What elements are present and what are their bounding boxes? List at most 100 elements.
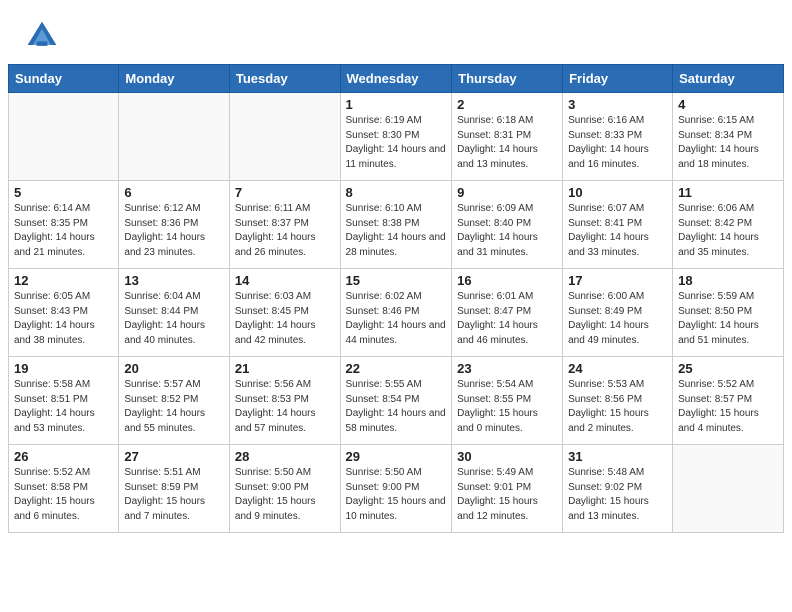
day-number: 27 <box>124 449 224 464</box>
calendar-day-cell: 5 Sunrise: 6:14 AMSunset: 8:35 PMDaylight… <box>9 181 119 269</box>
weekday-header: Monday <box>119 65 230 93</box>
weekday-header: Saturday <box>673 65 784 93</box>
day-number: 10 <box>568 185 667 200</box>
calendar-day-cell: 22Sunrise: 5:55 AMSunset: 8:54 PMDayligh… <box>340 357 452 445</box>
calendar-day-cell: 2 Sunrise: 6:18 AMSunset: 8:31 PMDaylight… <box>452 93 563 181</box>
calendar-day-cell: 3Sunrise: 6:16 AMSunset: 8:33 PMDaylight… <box>563 93 673 181</box>
day-number: 29 <box>346 449 447 464</box>
day-info: Sunrise: 6:11 AMSunset: 8:37 PMDaylight:… <box>235 202 335 260</box>
day-number: 30 <box>457 449 557 464</box>
day-info: Sunrise: 6:12 AMSunset: 8:36 PMDaylight:… <box>124 202 224 260</box>
calendar-day-cell <box>229 93 340 181</box>
calendar-week-row: 1Sunrise: 6:19 AMSunset: 8:30 PMDaylight… <box>9 93 784 181</box>
calendar-day-cell: 13 Sunrise: 6:04 AMSunset: 8:44 PMDayligh… <box>119 269 230 357</box>
day-info: Sunrise: 5:57 AMSunset: 8:52 PMDaylight:… <box>124 378 224 436</box>
day-info: Sunrise: 6:05 AMSunset: 8:43 PMDaylight:… <box>14 290 113 348</box>
day-number: 31 <box>568 449 667 464</box>
day-info: Sunrise: 5:50 AMSunset: 9:00 PMDaylight:… <box>235 466 335 524</box>
day-number: 14 <box>235 273 335 288</box>
page-header <box>0 0 792 64</box>
calendar-week-row: 26Sunrise: 5:52 AMSunset: 8:58 PMDayligh… <box>9 445 784 533</box>
day-number: 9 <box>457 185 557 200</box>
day-info: Sunrise: 6:06 AMSunset: 8:42 PMDaylight:… <box>678 202 778 260</box>
day-info: Sunrise: 6:04 AMSunset: 8:44 PMDaylight:… <box>124 290 224 348</box>
logo <box>24 18 64 54</box>
weekday-header: Sunday <box>9 65 119 93</box>
day-number: 15 <box>346 273 447 288</box>
calendar-table: SundayMondayTuesdayWednesdayThursdayFrid… <box>8 64 784 533</box>
weekday-header: Tuesday <box>229 65 340 93</box>
calendar-day-cell: 14 Sunrise: 6:03 AMSunset: 8:45 PMDayligh… <box>229 269 340 357</box>
day-info: Sunrise: 5:55 AMSunset: 8:54 PMDaylight:… <box>346 378 447 436</box>
day-number: 11 <box>678 185 778 200</box>
calendar-day-cell: 15 Sunrise: 6:02 AMSunset: 8:46 PMDayligh… <box>340 269 452 357</box>
calendar-day-cell: 28 Sunrise: 5:50 AMSunset: 9:00 PMDayligh… <box>229 445 340 533</box>
day-number: 23 <box>457 361 557 376</box>
calendar-day-cell: 4Sunrise: 6:15 AMSunset: 8:34 PMDaylight… <box>673 93 784 181</box>
calendar-day-cell <box>673 445 784 533</box>
day-number: 19 <box>14 361 113 376</box>
day-info: Sunrise: 5:52 AMSunset: 8:58 PMDaylight:… <box>14 466 113 524</box>
day-number: 28 <box>235 449 335 464</box>
calendar-header-row: SundayMondayTuesdayWednesdayThursdayFrid… <box>9 65 784 93</box>
day-info: Sunrise: 6:07 AMSunset: 8:41 PMDaylight:… <box>568 202 667 260</box>
calendar-day-cell: 16Sunrise: 6:01 AMSunset: 8:47 PMDayligh… <box>452 269 563 357</box>
day-number: 2 <box>457 97 557 112</box>
calendar-week-row: 5 Sunrise: 6:14 AMSunset: 8:35 PMDaylight… <box>9 181 784 269</box>
day-info: Sunrise: 5:48 AMSunset: 9:02 PMDaylight:… <box>568 466 667 524</box>
day-info: Sunrise: 5:56 AMSunset: 8:53 PMDaylight:… <box>235 378 335 436</box>
calendar-day-cell: 7 Sunrise: 6:11 AMSunset: 8:37 PMDaylight… <box>229 181 340 269</box>
calendar-day-cell: 27 Sunrise: 5:51 AMSunset: 8:59 PMDayligh… <box>119 445 230 533</box>
day-number: 17 <box>568 273 667 288</box>
day-info: Sunrise: 6:18 AMSunset: 8:31 PMDaylight:… <box>457 114 557 172</box>
calendar-day-cell: 25Sunrise: 5:52 AMSunset: 8:57 PMDayligh… <box>673 357 784 445</box>
calendar-day-cell: 19Sunrise: 5:58 AMSunset: 8:51 PMDayligh… <box>9 357 119 445</box>
day-info: Sunrise: 5:50 AMSunset: 9:00 PMDaylight:… <box>346 466 447 524</box>
day-info: Sunrise: 6:00 AMSunset: 8:49 PMDaylight:… <box>568 290 667 348</box>
day-number: 12 <box>14 273 113 288</box>
calendar-day-cell: 9 Sunrise: 6:09 AMSunset: 8:40 PMDaylight… <box>452 181 563 269</box>
calendar-day-cell: 11 Sunrise: 6:06 AMSunset: 8:42 PMDayligh… <box>673 181 784 269</box>
calendar-day-cell: 31 Sunrise: 5:48 AMSunset: 9:02 PMDayligh… <box>563 445 673 533</box>
day-number: 13 <box>124 273 224 288</box>
day-number: 5 <box>14 185 113 200</box>
day-number: 6 <box>124 185 224 200</box>
day-info: Sunrise: 5:59 AMSunset: 8:50 PMDaylight:… <box>678 290 778 348</box>
day-info: Sunrise: 6:02 AMSunset: 8:46 PMDaylight:… <box>346 290 447 348</box>
calendar-day-cell <box>119 93 230 181</box>
calendar-wrapper: SundayMondayTuesdayWednesdayThursdayFrid… <box>0 64 792 541</box>
calendar-day-cell: 18 Sunrise: 5:59 AMSunset: 8:50 PMDayligh… <box>673 269 784 357</box>
day-number: 4 <box>678 97 778 112</box>
calendar-week-row: 19Sunrise: 5:58 AMSunset: 8:51 PMDayligh… <box>9 357 784 445</box>
calendar-day-cell <box>9 93 119 181</box>
calendar-day-cell: 30 Sunrise: 5:49 AMSunset: 9:01 PMDayligh… <box>452 445 563 533</box>
calendar-day-cell: 26Sunrise: 5:52 AMSunset: 8:58 PMDayligh… <box>9 445 119 533</box>
day-number: 18 <box>678 273 778 288</box>
day-number: 8 <box>346 185 447 200</box>
day-info: Sunrise: 5:51 AMSunset: 8:59 PMDaylight:… <box>124 466 224 524</box>
calendar-day-cell: 24 Sunrise: 5:53 AMSunset: 8:56 PMDayligh… <box>563 357 673 445</box>
logo-icon <box>24 18 60 54</box>
day-number: 3 <box>568 97 667 112</box>
weekday-header: Thursday <box>452 65 563 93</box>
calendar-day-cell: 6 Sunrise: 6:12 AMSunset: 8:36 PMDaylight… <box>119 181 230 269</box>
day-info: Sunrise: 6:19 AMSunset: 8:30 PMDaylight:… <box>346 114 447 172</box>
day-info: Sunrise: 6:14 AMSunset: 8:35 PMDaylight:… <box>14 202 113 260</box>
calendar-day-cell: 17 Sunrise: 6:00 AMSunset: 8:49 PMDayligh… <box>563 269 673 357</box>
calendar-day-cell: 12 Sunrise: 6:05 AMSunset: 8:43 PMDayligh… <box>9 269 119 357</box>
calendar-day-cell: 29 Sunrise: 5:50 AMSunset: 9:00 PMDayligh… <box>340 445 452 533</box>
day-number: 7 <box>235 185 335 200</box>
calendar-day-cell: 8Sunrise: 6:10 AMSunset: 8:38 PMDaylight… <box>340 181 452 269</box>
calendar-day-cell: 1Sunrise: 6:19 AMSunset: 8:30 PMDaylight… <box>340 93 452 181</box>
day-info: Sunrise: 5:49 AMSunset: 9:01 PMDaylight:… <box>457 466 557 524</box>
weekday-header: Wednesday <box>340 65 452 93</box>
day-number: 21 <box>235 361 335 376</box>
day-number: 20 <box>124 361 224 376</box>
day-number: 24 <box>568 361 667 376</box>
day-info: Sunrise: 6:09 AMSunset: 8:40 PMDaylight:… <box>457 202 557 260</box>
day-info: Sunrise: 5:53 AMSunset: 8:56 PMDaylight:… <box>568 378 667 436</box>
calendar-week-row: 12 Sunrise: 6:05 AMSunset: 8:43 PMDayligh… <box>9 269 784 357</box>
day-info: Sunrise: 6:03 AMSunset: 8:45 PMDaylight:… <box>235 290 335 348</box>
day-info: Sunrise: 5:54 AMSunset: 8:55 PMDaylight:… <box>457 378 557 436</box>
day-number: 16 <box>457 273 557 288</box>
